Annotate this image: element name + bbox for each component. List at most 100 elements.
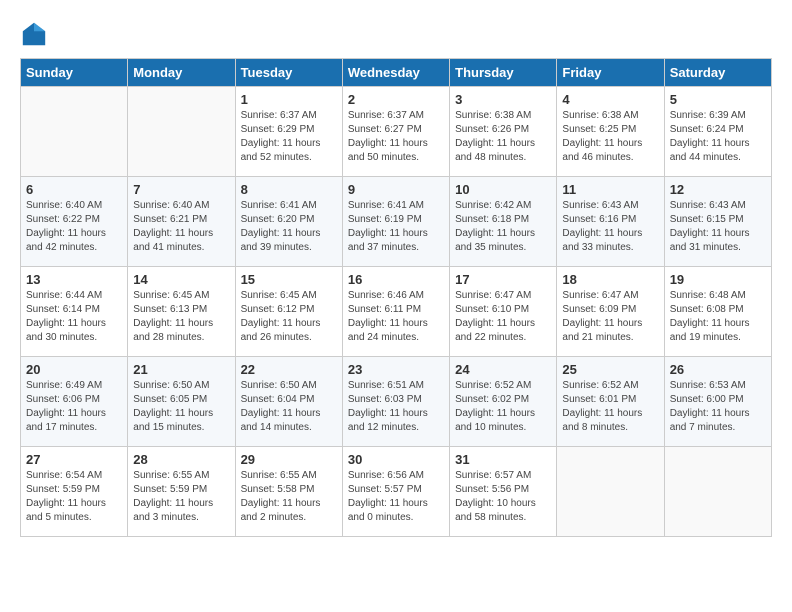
day-info: Sunrise: 6:47 AM Sunset: 6:10 PM Dayligh… [455, 289, 551, 345]
day-info: Sunrise: 6:47 AM Sunset: 6:09 PM Dayligh… [562, 289, 658, 345]
calendar-cell [128, 87, 235, 177]
day-number: 21 [133, 362, 229, 377]
day-info: Sunrise: 6:37 AM Sunset: 6:29 PM Dayligh… [241, 109, 337, 165]
calendar-cell: 2 Sunrise: 6:37 AM Sunset: 6:27 PM Daylig… [342, 87, 449, 177]
column-header-monday: Monday [128, 59, 235, 87]
day-number: 25 [562, 362, 658, 377]
column-header-thursday: Thursday [450, 59, 557, 87]
day-info: Sunrise: 6:44 AM Sunset: 6:14 PM Dayligh… [26, 289, 122, 345]
calendar-cell: 22 Sunrise: 6:50 AM Sunset: 6:04 PM Dayli… [235, 357, 342, 447]
day-number: 13 [26, 272, 122, 287]
calendar-cell: 31Sunrise: 6:57 AM Sunset: 5:56 PM Dayli… [450, 447, 557, 537]
column-header-saturday: Saturday [664, 59, 771, 87]
day-number: 11 [562, 182, 658, 197]
day-number: 26 [670, 362, 766, 377]
day-info: Sunrise: 6:56 AM Sunset: 5:57 PM Dayligh… [348, 469, 444, 525]
calendar-cell: 9 Sunrise: 6:41 AM Sunset: 6:19 PM Daylig… [342, 177, 449, 267]
calendar-cell: 27 Sunrise: 6:54 AM Sunset: 5:59 PM Dayli… [21, 447, 128, 537]
day-info: Sunrise: 6:45 AM Sunset: 6:12 PM Dayligh… [241, 289, 337, 345]
calendar-cell: 30 Sunrise: 6:56 AM Sunset: 5:57 PM Dayli… [342, 447, 449, 537]
day-number: 28 [133, 452, 229, 467]
calendar-cell: 21 Sunrise: 6:50 AM Sunset: 6:05 PM Dayli… [128, 357, 235, 447]
day-info: Sunrise: 6:41 AM Sunset: 6:20 PM Dayligh… [241, 199, 337, 255]
calendar-cell: 26 Sunrise: 6:53 AM Sunset: 6:00 PM Dayli… [664, 357, 771, 447]
day-number: 27 [26, 452, 122, 467]
calendar-cell: 11 Sunrise: 6:43 AM Sunset: 6:16 PM Dayli… [557, 177, 664, 267]
day-info: Sunrise: 6:49 AM Sunset: 6:06 PM Dayligh… [26, 379, 122, 435]
day-info: Sunrise: 6:38 AM Sunset: 6:26 PM Dayligh… [455, 109, 551, 165]
column-header-friday: Friday [557, 59, 664, 87]
calendar-week-2: 6Sunrise: 6:40 AM Sunset: 6:22 PM Daylig… [21, 177, 772, 267]
logo [20, 20, 52, 48]
logo-icon [20, 20, 48, 48]
page-header [20, 20, 772, 48]
calendar-cell: 24 Sunrise: 6:52 AM Sunset: 6:02 PM Dayli… [450, 357, 557, 447]
calendar-cell: 10 Sunrise: 6:42 AM Sunset: 6:18 PM Dayli… [450, 177, 557, 267]
day-number: 30 [348, 452, 444, 467]
day-number: 9 [348, 182, 444, 197]
calendar-cell: 1 Sunrise: 6:37 AM Sunset: 6:29 PM Daylig… [235, 87, 342, 177]
day-info: Sunrise: 6:48 AM Sunset: 6:08 PM Dayligh… [670, 289, 766, 345]
calendar-cell: 3Sunrise: 6:38 AM Sunset: 6:26 PM Daylig… [450, 87, 557, 177]
calendar-cell: 12 Sunrise: 6:43 AM Sunset: 6:15 PM Dayli… [664, 177, 771, 267]
day-number: 19 [670, 272, 766, 287]
day-info: Sunrise: 6:51 AM Sunset: 6:03 PM Dayligh… [348, 379, 444, 435]
day-info: Sunrise: 6:50 AM Sunset: 6:05 PM Dayligh… [133, 379, 229, 435]
day-number: 22 [241, 362, 337, 377]
day-info: Sunrise: 6:40 AM Sunset: 6:21 PM Dayligh… [133, 199, 229, 255]
calendar-week-1: 1 Sunrise: 6:37 AM Sunset: 6:29 PM Daylig… [21, 87, 772, 177]
day-number: 14 [133, 272, 229, 287]
calendar-week-5: 27 Sunrise: 6:54 AM Sunset: 5:59 PM Dayli… [21, 447, 772, 537]
calendar-cell: 15Sunrise: 6:45 AM Sunset: 6:12 PM Dayli… [235, 267, 342, 357]
day-info: Sunrise: 6:52 AM Sunset: 6:01 PM Dayligh… [562, 379, 658, 435]
day-number: 1 [241, 92, 337, 107]
calendar-cell [664, 447, 771, 537]
day-number: 16 [348, 272, 444, 287]
calendar-cell: 29 Sunrise: 6:55 AM Sunset: 5:58 PM Dayli… [235, 447, 342, 537]
day-info: Sunrise: 6:40 AM Sunset: 6:22 PM Dayligh… [26, 199, 122, 255]
day-info: Sunrise: 6:37 AM Sunset: 6:27 PM Dayligh… [348, 109, 444, 165]
day-number: 24 [455, 362, 551, 377]
day-info: Sunrise: 6:43 AM Sunset: 6:15 PM Dayligh… [670, 199, 766, 255]
column-header-sunday: Sunday [21, 59, 128, 87]
day-info: Sunrise: 6:46 AM Sunset: 6:11 PM Dayligh… [348, 289, 444, 345]
day-number: 2 [348, 92, 444, 107]
calendar-cell: 18Sunrise: 6:47 AM Sunset: 6:09 PM Dayli… [557, 267, 664, 357]
calendar-cell: 16 Sunrise: 6:46 AM Sunset: 6:11 PM Dayli… [342, 267, 449, 357]
day-info: Sunrise: 6:38 AM Sunset: 6:25 PM Dayligh… [562, 109, 658, 165]
calendar-week-3: 13 Sunrise: 6:44 AM Sunset: 6:14 PM Dayli… [21, 267, 772, 357]
day-info: Sunrise: 6:43 AM Sunset: 6:16 PM Dayligh… [562, 199, 658, 255]
calendar-cell: 5 Sunrise: 6:39 AM Sunset: 6:24 PM Daylig… [664, 87, 771, 177]
calendar-cell: 13 Sunrise: 6:44 AM Sunset: 6:14 PM Dayli… [21, 267, 128, 357]
calendar-cell: 19 Sunrise: 6:48 AM Sunset: 6:08 PM Dayli… [664, 267, 771, 357]
calendar-header-row: SundayMondayTuesdayWednesdayThursdayFrid… [21, 59, 772, 87]
calendar-cell: 25 Sunrise: 6:52 AM Sunset: 6:01 PM Dayli… [557, 357, 664, 447]
column-header-wednesday: Wednesday [342, 59, 449, 87]
day-info: Sunrise: 6:50 AM Sunset: 6:04 PM Dayligh… [241, 379, 337, 435]
day-number: 17 [455, 272, 551, 287]
day-number: 29 [241, 452, 337, 467]
calendar-cell: 17 Sunrise: 6:47 AM Sunset: 6:10 PM Dayli… [450, 267, 557, 357]
column-header-tuesday: Tuesday [235, 59, 342, 87]
day-info: Sunrise: 6:52 AM Sunset: 6:02 PM Dayligh… [455, 379, 551, 435]
day-number: 5 [670, 92, 766, 107]
calendar-cell [557, 447, 664, 537]
day-info: Sunrise: 6:55 AM Sunset: 5:58 PM Dayligh… [241, 469, 337, 525]
day-info: Sunrise: 6:53 AM Sunset: 6:00 PM Dayligh… [670, 379, 766, 435]
day-info: Sunrise: 6:39 AM Sunset: 6:24 PM Dayligh… [670, 109, 766, 165]
calendar-cell: 4 Sunrise: 6:38 AM Sunset: 6:25 PM Daylig… [557, 87, 664, 177]
day-number: 23 [348, 362, 444, 377]
day-info: Sunrise: 6:41 AM Sunset: 6:19 PM Dayligh… [348, 199, 444, 255]
day-info: Sunrise: 6:42 AM Sunset: 6:18 PM Dayligh… [455, 199, 551, 255]
day-number: 12 [670, 182, 766, 197]
day-number: 4 [562, 92, 658, 107]
calendar-cell [21, 87, 128, 177]
day-info: Sunrise: 6:54 AM Sunset: 5:59 PM Dayligh… [26, 469, 122, 525]
calendar-cell: 20Sunrise: 6:49 AM Sunset: 6:06 PM Dayli… [21, 357, 128, 447]
calendar-cell: 6Sunrise: 6:40 AM Sunset: 6:22 PM Daylig… [21, 177, 128, 267]
calendar-cell: 7 Sunrise: 6:40 AM Sunset: 6:21 PM Daylig… [128, 177, 235, 267]
day-number: 7 [133, 182, 229, 197]
calendar-cell: 14Sunrise: 6:45 AM Sunset: 6:13 PM Dayli… [128, 267, 235, 357]
day-number: 8 [241, 182, 337, 197]
day-number: 10 [455, 182, 551, 197]
